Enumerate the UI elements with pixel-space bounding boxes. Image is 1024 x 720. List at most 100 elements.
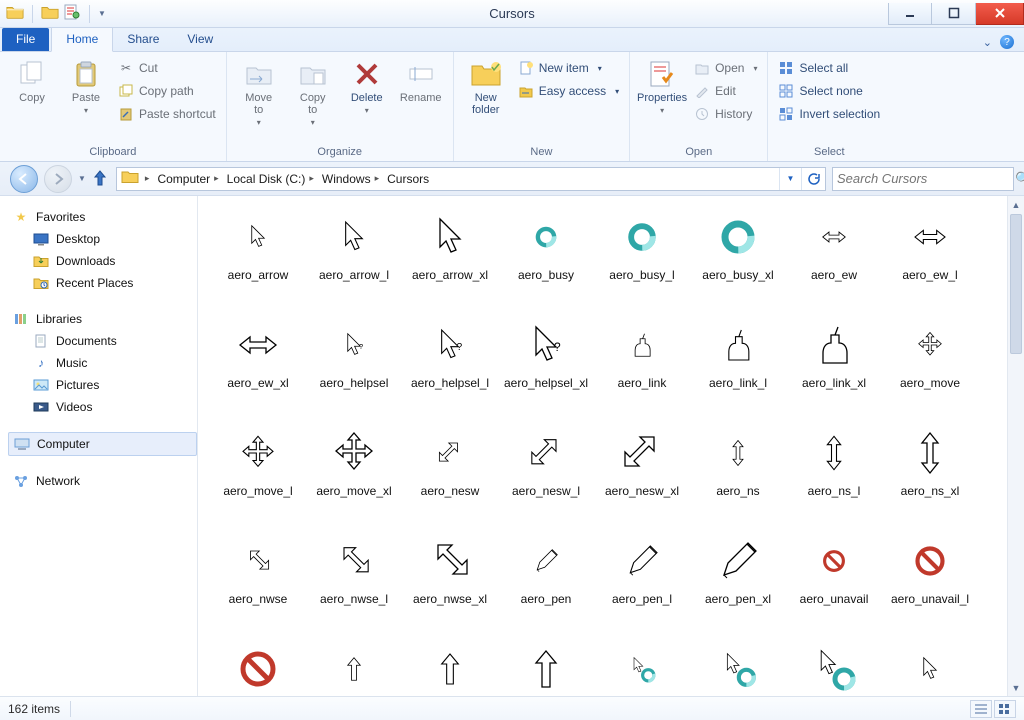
refresh-button[interactable] bbox=[801, 168, 823, 190]
edit-button[interactable]: Edit bbox=[690, 81, 761, 101]
sidebar-item-desktop[interactable]: Desktop bbox=[8, 228, 197, 250]
maximize-button[interactable] bbox=[932, 3, 976, 25]
file-item[interactable]: aero_working_xl bbox=[786, 640, 882, 696]
forward-button[interactable] bbox=[44, 165, 72, 193]
back-button[interactable] bbox=[10, 165, 38, 193]
file-item[interactable]: aero_up_xl bbox=[498, 640, 594, 696]
move-to-button[interactable]: Move to▾ bbox=[233, 54, 285, 131]
file-item[interactable]: aero_working bbox=[594, 640, 690, 696]
help-icon[interactable]: ? bbox=[1000, 35, 1014, 49]
file-item[interactable]: aero_nesw_xl bbox=[594, 424, 690, 532]
icons-view-button[interactable] bbox=[994, 700, 1016, 718]
new-folder-button[interactable]: New folder bbox=[460, 54, 512, 120]
qat-open-icon[interactable] bbox=[41, 4, 59, 23]
scrollbar[interactable]: ▲ ▼ bbox=[1007, 196, 1024, 696]
file-item[interactable]: aero_up bbox=[306, 640, 402, 696]
easy-access-button[interactable]: Easy access▾ bbox=[514, 81, 623, 101]
file-item[interactable]: aero_up_l bbox=[402, 640, 498, 696]
breadcrumb-root[interactable]: ▸ bbox=[139, 173, 154, 184]
ribbon-minimize-icon[interactable]: ⌄ bbox=[983, 36, 992, 49]
rename-button[interactable]: Rename bbox=[395, 54, 447, 108]
search-input[interactable] bbox=[837, 171, 1015, 186]
new-item-button[interactable]: New item▾ bbox=[514, 58, 623, 78]
sidebar-favorites[interactable]: ★Favorites bbox=[8, 206, 197, 228]
file-item[interactable]: aero_nwse_xl bbox=[402, 532, 498, 640]
sidebar-item-downloads[interactable]: Downloads bbox=[8, 250, 197, 272]
file-item[interactable]: aero_nwse bbox=[210, 532, 306, 640]
qat-properties-icon[interactable] bbox=[63, 4, 81, 23]
file-item[interactable]: aero_nesw bbox=[402, 424, 498, 532]
file-item[interactable]: aero_pen_xl bbox=[690, 532, 786, 640]
file-item[interactable]: aero_ns_l bbox=[786, 424, 882, 532]
tab-view[interactable]: View bbox=[173, 28, 227, 51]
breadcrumb-0[interactable]: Computer▸ bbox=[153, 172, 222, 186]
file-item[interactable]: aero_ew_l bbox=[882, 208, 978, 316]
select-all-button[interactable]: Select all bbox=[774, 58, 884, 78]
close-button[interactable] bbox=[976, 3, 1024, 25]
scroll-down-icon[interactable]: ▼ bbox=[1008, 679, 1024, 696]
open-button[interactable]: Open▾ bbox=[690, 58, 761, 78]
search-icon[interactable]: 🔍 bbox=[1015, 171, 1024, 187]
sidebar-libraries[interactable]: Libraries bbox=[8, 308, 197, 330]
details-view-button[interactable] bbox=[970, 700, 992, 718]
file-item[interactable]: aero_unavail_xl bbox=[210, 640, 306, 696]
sidebar-item-documents[interactable]: Documents bbox=[8, 330, 197, 352]
file-item[interactable]: aero_link_xl bbox=[786, 316, 882, 424]
file-item[interactable]: aero_arrow_xl bbox=[402, 208, 498, 316]
file-item[interactable]: aero_nwse_l bbox=[306, 532, 402, 640]
file-item[interactable]: aero_move bbox=[882, 316, 978, 424]
search-box[interactable]: 🔍 bbox=[832, 167, 1014, 191]
sidebar-computer[interactable]: Computer bbox=[8, 432, 197, 456]
properties-button[interactable]: Properties▾ bbox=[636, 54, 688, 119]
delete-button[interactable]: Delete▾ bbox=[341, 54, 393, 119]
file-item[interactable]: aero_ew bbox=[786, 208, 882, 316]
file-item[interactable]: aero_nesw_l bbox=[498, 424, 594, 532]
history-button[interactable]: History bbox=[690, 104, 761, 124]
copy-button[interactable]: Copy bbox=[6, 54, 58, 108]
file-item[interactable]: aero_working_l bbox=[690, 640, 786, 696]
file-item[interactable]: aero_unavail bbox=[786, 532, 882, 640]
sidebar-item-pictures[interactable]: Pictures bbox=[8, 374, 197, 396]
breadcrumb-1[interactable]: Local Disk (C:)▸ bbox=[223, 172, 318, 186]
tab-share[interactable]: Share bbox=[113, 28, 173, 51]
tab-file[interactable]: File bbox=[2, 28, 49, 51]
copy-to-button[interactable]: Copy to▾ bbox=[287, 54, 339, 131]
file-item[interactable]: aero_busy_l bbox=[594, 208, 690, 316]
paste-shortcut-button[interactable]: Paste shortcut bbox=[114, 104, 220, 124]
file-item[interactable]: aero_ew_xl bbox=[210, 316, 306, 424]
file-item[interactable]: ? aero_helpsel_l bbox=[402, 316, 498, 424]
paste-button[interactable]: Paste ▾ bbox=[60, 54, 112, 119]
sidebar-item-recent[interactable]: Recent Places bbox=[8, 272, 197, 294]
invert-selection-button[interactable]: Invert selection bbox=[774, 104, 884, 124]
file-item[interactable]: aero_pen bbox=[498, 532, 594, 640]
up-button[interactable] bbox=[92, 169, 110, 189]
sidebar-item-videos[interactable]: Videos bbox=[8, 396, 197, 418]
address-bar[interactable]: ▸ Computer▸ Local Disk (C:)▸ Windows▸ Cu… bbox=[116, 167, 826, 191]
file-item[interactable]: aero_busy_xl bbox=[690, 208, 786, 316]
breadcrumb-3[interactable]: Cursors bbox=[383, 172, 433, 186]
recent-locations-dropdown[interactable]: ▼ bbox=[78, 174, 86, 183]
file-item[interactable]: aero_link bbox=[594, 316, 690, 424]
file-item[interactable]: aero_arrow bbox=[210, 208, 306, 316]
file-item[interactable]: aero_pen_l bbox=[594, 532, 690, 640]
file-item[interactable]: aero_working_xl_ bbox=[882, 640, 978, 696]
cut-button[interactable]: ✂Cut bbox=[114, 58, 220, 78]
file-item[interactable]: aero_busy bbox=[498, 208, 594, 316]
select-none-button[interactable]: Select none bbox=[774, 81, 884, 101]
sidebar-item-music[interactable]: ♪Music bbox=[8, 352, 197, 374]
scroll-up-icon[interactable]: ▲ bbox=[1008, 196, 1024, 213]
file-item[interactable]: aero_move_xl bbox=[306, 424, 402, 532]
address-history-dropdown[interactable]: ▼ bbox=[779, 168, 801, 190]
qat-dropdown-icon[interactable]: ▼ bbox=[98, 9, 106, 18]
sidebar-network[interactable]: Network bbox=[8, 470, 197, 492]
file-item[interactable]: ? aero_helpsel bbox=[306, 316, 402, 424]
breadcrumb-2[interactable]: Windows▸ bbox=[318, 172, 383, 186]
file-item[interactable]: aero_link_l bbox=[690, 316, 786, 424]
file-item[interactable]: ? aero_helpsel_xl bbox=[498, 316, 594, 424]
copy-path-button[interactable]: Copy path bbox=[114, 81, 220, 101]
file-item[interactable]: aero_move_l bbox=[210, 424, 306, 532]
scroll-thumb[interactable] bbox=[1010, 214, 1022, 354]
file-item[interactable]: aero_ns_xl bbox=[882, 424, 978, 532]
minimize-button[interactable] bbox=[888, 3, 932, 25]
file-item[interactable]: aero_unavail_l bbox=[882, 532, 978, 640]
